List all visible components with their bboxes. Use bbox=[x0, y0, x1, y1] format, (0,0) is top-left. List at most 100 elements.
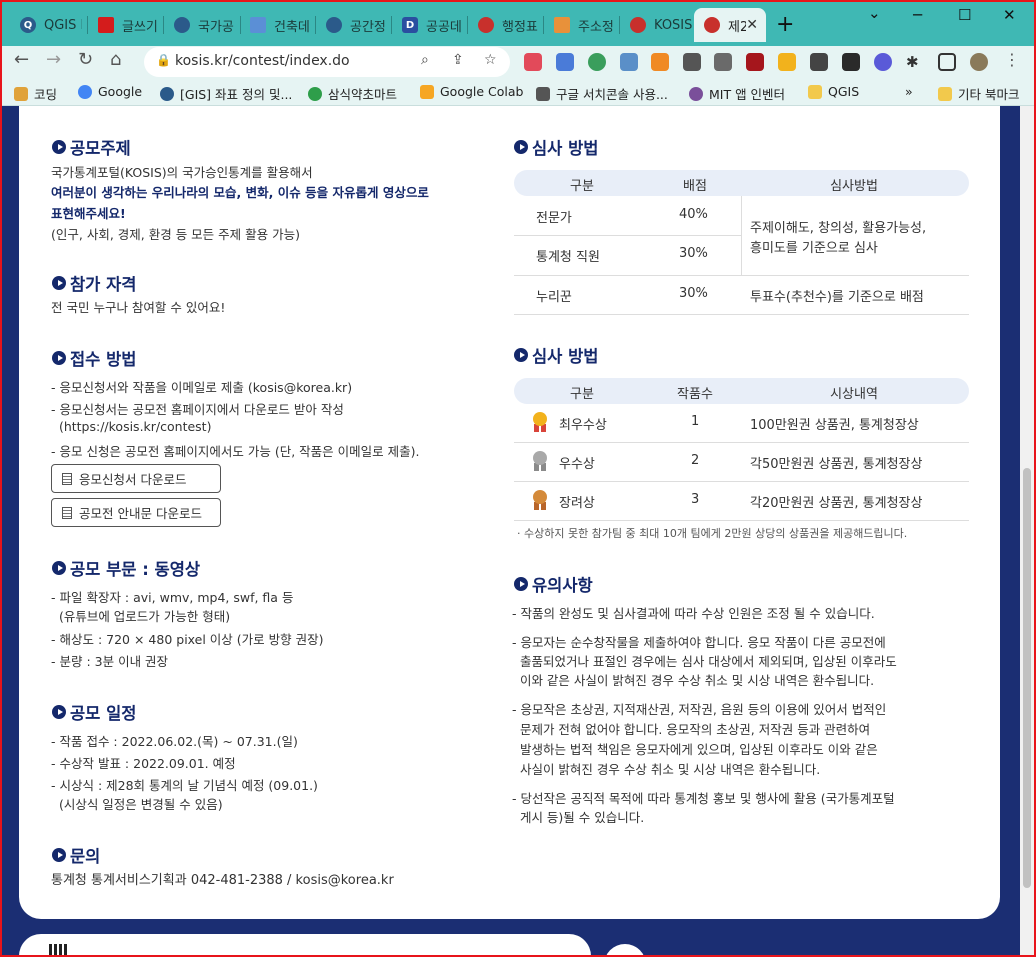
maximize-icon[interactable]: ☐ bbox=[958, 6, 971, 24]
tab-5[interactable]: D 공공데 bbox=[392, 8, 466, 42]
bookmarks-overflow-button[interactable]: » bbox=[905, 84, 913, 99]
download-guide-button[interactable]: 공모전 안내문 다운로드 bbox=[51, 498, 221, 527]
pocket-extension-icon[interactable] bbox=[524, 53, 542, 71]
tab-title: 공간정 bbox=[350, 19, 386, 35]
extension-icon[interactable] bbox=[620, 53, 638, 71]
minimize-icon[interactable]: ─ bbox=[913, 6, 922, 24]
bookmark-label: 삼식약초마트 bbox=[328, 87, 398, 102]
bookmark-mit-icon bbox=[689, 86, 703, 101]
bookmark-1[interactable]: Google bbox=[78, 84, 142, 99]
section-heading: 접수 방법 bbox=[52, 346, 136, 370]
home-icon[interactable]: ⌂ bbox=[110, 49, 121, 70]
schedule-line: - 작품 접수 : 2022.06.02.(목) ~ 07.31.(일) bbox=[51, 734, 298, 749]
table-cell: 100만원권 상품권, 통계청장상 bbox=[750, 418, 919, 433]
tab-title: 제2 bbox=[728, 19, 747, 35]
tab-favicon-icon: D bbox=[402, 17, 418, 33]
tab-2[interactable]: 국가공 bbox=[164, 8, 238, 42]
submission-line: - 응모신청서는 공모전 홈페이지에서 다운로드 받아 작성 bbox=[51, 402, 344, 417]
zoom-icon[interactable]: ⌕ bbox=[421, 52, 429, 68]
tab-strip: Q QGIS I 글쓰기 국가공 건축데 공간정 D 공공데 행정표 주소정 KOS… bbox=[0, 0, 1036, 46]
page-viewport: 공모주제 국가통계포털(KOSIS)의 국가승인통계를 활용해서 여러분이 생각… bbox=[0, 106, 1020, 957]
screenshot-extension-icon[interactable] bbox=[810, 53, 828, 71]
bullet-play-icon bbox=[52, 705, 66, 719]
round-badge bbox=[604, 944, 646, 957]
tab-favicon-icon: Q bbox=[20, 17, 36, 33]
tab-title: 건축데 bbox=[274, 19, 310, 35]
smile-extension-icon[interactable] bbox=[874, 53, 892, 71]
tab-active[interactable]: 제2 ✕ bbox=[694, 8, 766, 42]
bookmark-label: 코딩 bbox=[34, 87, 58, 102]
compass-extension-icon[interactable] bbox=[588, 53, 606, 71]
row-divider bbox=[514, 314, 969, 315]
linux-extension-icon[interactable] bbox=[778, 53, 796, 71]
bullet-play-icon bbox=[52, 276, 66, 290]
ublock-extension-icon[interactable] bbox=[746, 53, 764, 71]
tab-favicon-icon bbox=[630, 17, 646, 33]
new-tab-button[interactable]: + bbox=[776, 12, 794, 37]
bookmark-2[interactable]: [GIS] 좌표 정의 및... bbox=[160, 84, 292, 103]
row-divider bbox=[514, 442, 969, 443]
bookmark-star-icon[interactable]: ☆ bbox=[484, 52, 497, 68]
layout-extension-icon[interactable] bbox=[651, 53, 669, 71]
bookmark-label: 기타 북마크 bbox=[958, 87, 1020, 102]
tab-8[interactable]: KOSIS bbox=[620, 8, 694, 42]
tab-1[interactable]: 글쓰기 bbox=[88, 8, 160, 42]
column-header: 구분 bbox=[570, 387, 594, 402]
document-icon bbox=[62, 472, 72, 485]
bookmark-3[interactable]: 삼식약초마트 bbox=[308, 84, 397, 103]
forward-arrow-icon[interactable]: → bbox=[46, 49, 61, 70]
bookmark-4[interactable]: Google Colab bbox=[420, 84, 524, 99]
tab-4[interactable]: 공간정 bbox=[316, 8, 390, 42]
address-bar[interactable]: 🔒 kosis.kr/contest/index.do ⌕ ⇪ ☆ bbox=[144, 47, 510, 77]
tab-favicon-icon bbox=[704, 17, 720, 33]
download-application-button[interactable]: 응모신청서 다운로드 bbox=[51, 464, 221, 493]
bookmark-6[interactable]: MIT 앱 인벤터 bbox=[689, 84, 785, 103]
contest-info-card: 공모주제 국가통계포털(KOSIS)의 국가승인통계를 활용해서 여러분이 생각… bbox=[19, 106, 1000, 919]
tab-close-icon[interactable]: ✕ bbox=[746, 17, 758, 33]
row-divider bbox=[514, 481, 969, 482]
tab-0[interactable]: Q QGIS I bbox=[10, 8, 82, 42]
reload-icon[interactable]: ↻ bbox=[78, 49, 93, 70]
section-heading: 심사 방법 bbox=[514, 135, 598, 159]
scrollbar-thumb[interactable] bbox=[1023, 468, 1031, 888]
camera-extension-icon[interactable] bbox=[683, 53, 701, 71]
share-icon[interactable]: ⇪ bbox=[452, 52, 464, 68]
tab-favicon-icon bbox=[554, 17, 570, 33]
menu-kebab-icon[interactable]: ⋮ bbox=[1004, 50, 1020, 69]
back-arrow-icon[interactable]: ← bbox=[14, 49, 29, 70]
bullet-play-icon bbox=[52, 140, 66, 154]
bullet-play-icon bbox=[514, 577, 528, 591]
section-heading: 문의 bbox=[52, 843, 100, 867]
profile-avatar[interactable] bbox=[970, 53, 988, 71]
sidepanel-icon[interactable] bbox=[938, 53, 956, 71]
bookmark-5[interactable]: 구글 서치콘솔 사용... bbox=[536, 84, 668, 103]
tab-3[interactable]: 건축데 bbox=[240, 8, 314, 42]
notes-line: 사실이 밝혀진 경우 수상 취소 및 시상 내역은 환수됩니다. bbox=[512, 762, 821, 777]
table-cell: 투표수(추천수)를 기준으로 배점 bbox=[750, 290, 924, 305]
url-text: kosis.kr/contest/index.do bbox=[175, 53, 350, 69]
script-extension-icon[interactable] bbox=[842, 53, 860, 71]
grid-extension-icon[interactable] bbox=[714, 53, 732, 71]
table-cell: 우수상 bbox=[559, 457, 595, 472]
eligibility-text: 전 국민 누구나 참여할 수 있어요! bbox=[51, 300, 226, 315]
bookmark-label: [GIS] 좌표 정의 및... bbox=[180, 87, 293, 102]
silver-medal-icon bbox=[532, 451, 548, 471]
bookmark-0[interactable]: 코딩 bbox=[14, 84, 57, 103]
bookmark-7[interactable]: QGIS bbox=[808, 84, 859, 99]
puzzle-extensions-icon[interactable]: ✱ bbox=[906, 53, 924, 71]
awards-table-header: 구분 작품수 시상내역 bbox=[514, 378, 969, 404]
tab-search-chevron-icon[interactable]: ⌄ bbox=[868, 4, 881, 22]
translate-extension-icon[interactable] bbox=[556, 53, 574, 71]
close-window-icon[interactable]: ✕ bbox=[1003, 6, 1016, 24]
notes-line: 이와 같은 사실이 밝혀진 경우 수상 취소 및 시상 내역은 환수됩니다. bbox=[512, 673, 875, 688]
notes-line: - 응모자는 순수창작물을 제출하여야 합니다. 응모 작품이 다른 공모전에 bbox=[512, 635, 886, 650]
other-bookmarks[interactable]: 기타 북마크 bbox=[938, 84, 1019, 103]
bookmark-label: 구글 서치콘솔 사용... bbox=[556, 87, 668, 102]
tab-title: 주소정 bbox=[578, 19, 614, 35]
bronze-medal-icon bbox=[532, 490, 548, 510]
page-scrollbar[interactable] bbox=[1020, 106, 1034, 957]
gold-medal-icon bbox=[532, 412, 548, 432]
tab-6[interactable]: 행정표 bbox=[468, 8, 542, 42]
schedule-line: - 수상작 발표 : 2022.09.01. 예정 bbox=[51, 756, 236, 771]
tab-7[interactable]: 주소정 bbox=[544, 8, 618, 42]
